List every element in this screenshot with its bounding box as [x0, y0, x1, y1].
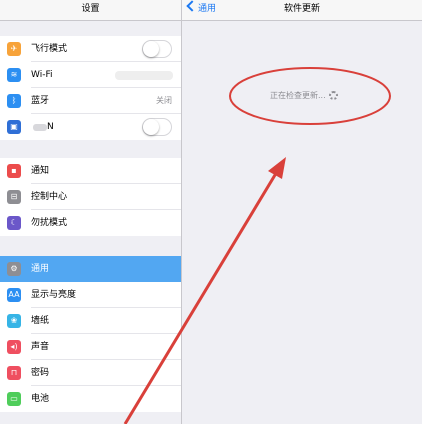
annotation-overlay — [123, 67, 391, 424]
annotation-arrow-line — [123, 169, 280, 424]
annotation-arrow-head — [268, 157, 286, 179]
annotation-ellipse — [229, 67, 391, 125]
